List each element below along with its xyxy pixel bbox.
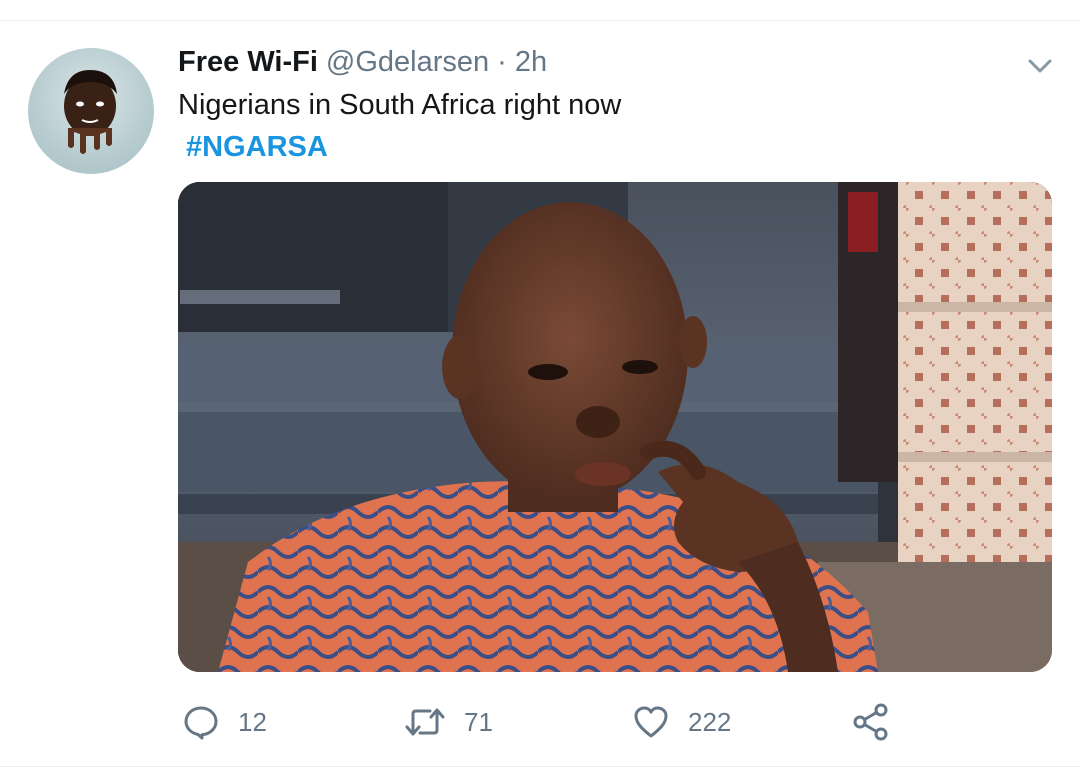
display-name[interactable]: Free Wi-Fi (178, 46, 318, 79)
reply-icon (182, 703, 220, 741)
retweet-icon (404, 703, 446, 741)
avatar[interactable] (28, 48, 154, 174)
hashtag-link[interactable]: #NGARSA (186, 128, 328, 166)
tweet-header: Free Wi-Fi @Gdelarsen · 2h (178, 42, 547, 82)
timestamp[interactable]: 2h (515, 46, 547, 79)
tweet-text: Nigerians in South Africa right now (178, 89, 622, 121)
share-button[interactable] (852, 696, 890, 748)
reply-count: 12 (238, 706, 267, 737)
like-button[interactable]: 222 (632, 696, 731, 748)
retweet-count: 71 (464, 706, 493, 737)
reply-button[interactable]: 12 (182, 696, 267, 748)
bottom-divider (0, 766, 1080, 767)
tweet-card[interactable]: Free Wi-Fi @Gdelarsen · 2h Nigerians in … (0, 0, 1080, 768)
chevron-down-icon[interactable] (1024, 50, 1056, 82)
user-handle[interactable]: @Gdelarsen (326, 46, 489, 79)
tweet-photo[interactable] (178, 182, 1052, 672)
like-count: 222 (688, 706, 732, 737)
separator-dot: · (497, 45, 507, 78)
heart-icon (632, 703, 670, 741)
retweet-button[interactable]: 71 (404, 696, 493, 748)
share-icon (852, 703, 890, 741)
tweet-actions: 12 71 222 (0, 696, 1080, 748)
